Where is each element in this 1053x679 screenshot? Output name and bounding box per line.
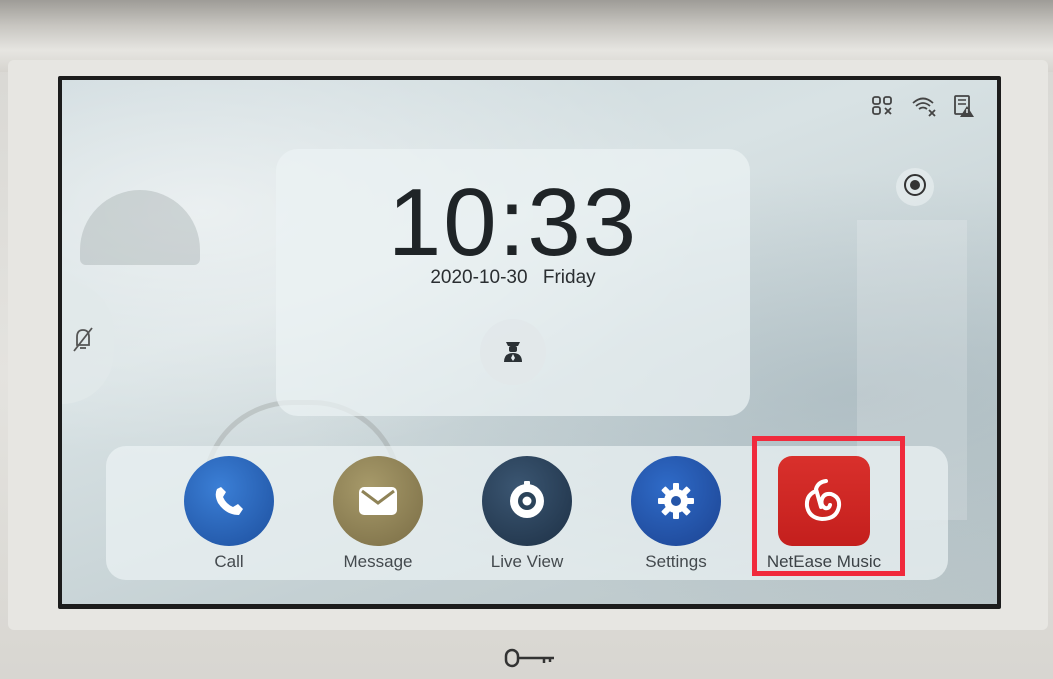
highlight-annotation-box	[752, 436, 905, 576]
envelope-icon	[333, 456, 423, 546]
clock-date: 2020-10-30	[430, 267, 528, 288]
app-label-message: Message	[343, 552, 413, 571]
clock-time: 10:33	[387, 169, 639, 276]
unlock-key-icon[interactable]	[504, 646, 558, 675]
app-message[interactable]: Message	[318, 456, 438, 572]
app-call[interactable]: Call	[169, 456, 289, 572]
app-label-settings: Settings	[645, 552, 707, 571]
status-bar	[871, 94, 975, 118]
app-settings[interactable]: Settings	[616, 456, 736, 572]
wallpaper-lamp	[80, 190, 200, 265]
app-live-view[interactable]: Live View	[467, 456, 587, 572]
gear-icon	[631, 456, 721, 546]
do-not-disturb-bell-icon	[72, 325, 94, 360]
record-icon	[903, 173, 927, 202]
do-not-disturb-tab[interactable]	[62, 280, 114, 404]
call-guard-button[interactable]	[480, 319, 546, 385]
clock-date-line: 2020-10-30 Friday	[276, 267, 750, 289]
sd-card-warning-icon	[953, 94, 975, 118]
app-label-live-view: Live View	[490, 552, 564, 571]
clock-weekday: Friday	[542, 267, 596, 288]
app-label-call: Call	[214, 552, 244, 571]
wifi-off-icon	[911, 95, 937, 117]
record-button[interactable]	[896, 168, 934, 206]
security-guard-icon	[501, 337, 525, 368]
phone-icon	[184, 456, 274, 546]
network-disconnected-icon	[871, 95, 895, 117]
clock-widget: 10:33 2020-10-30 Friday	[276, 149, 750, 416]
camera-icon	[482, 456, 572, 546]
